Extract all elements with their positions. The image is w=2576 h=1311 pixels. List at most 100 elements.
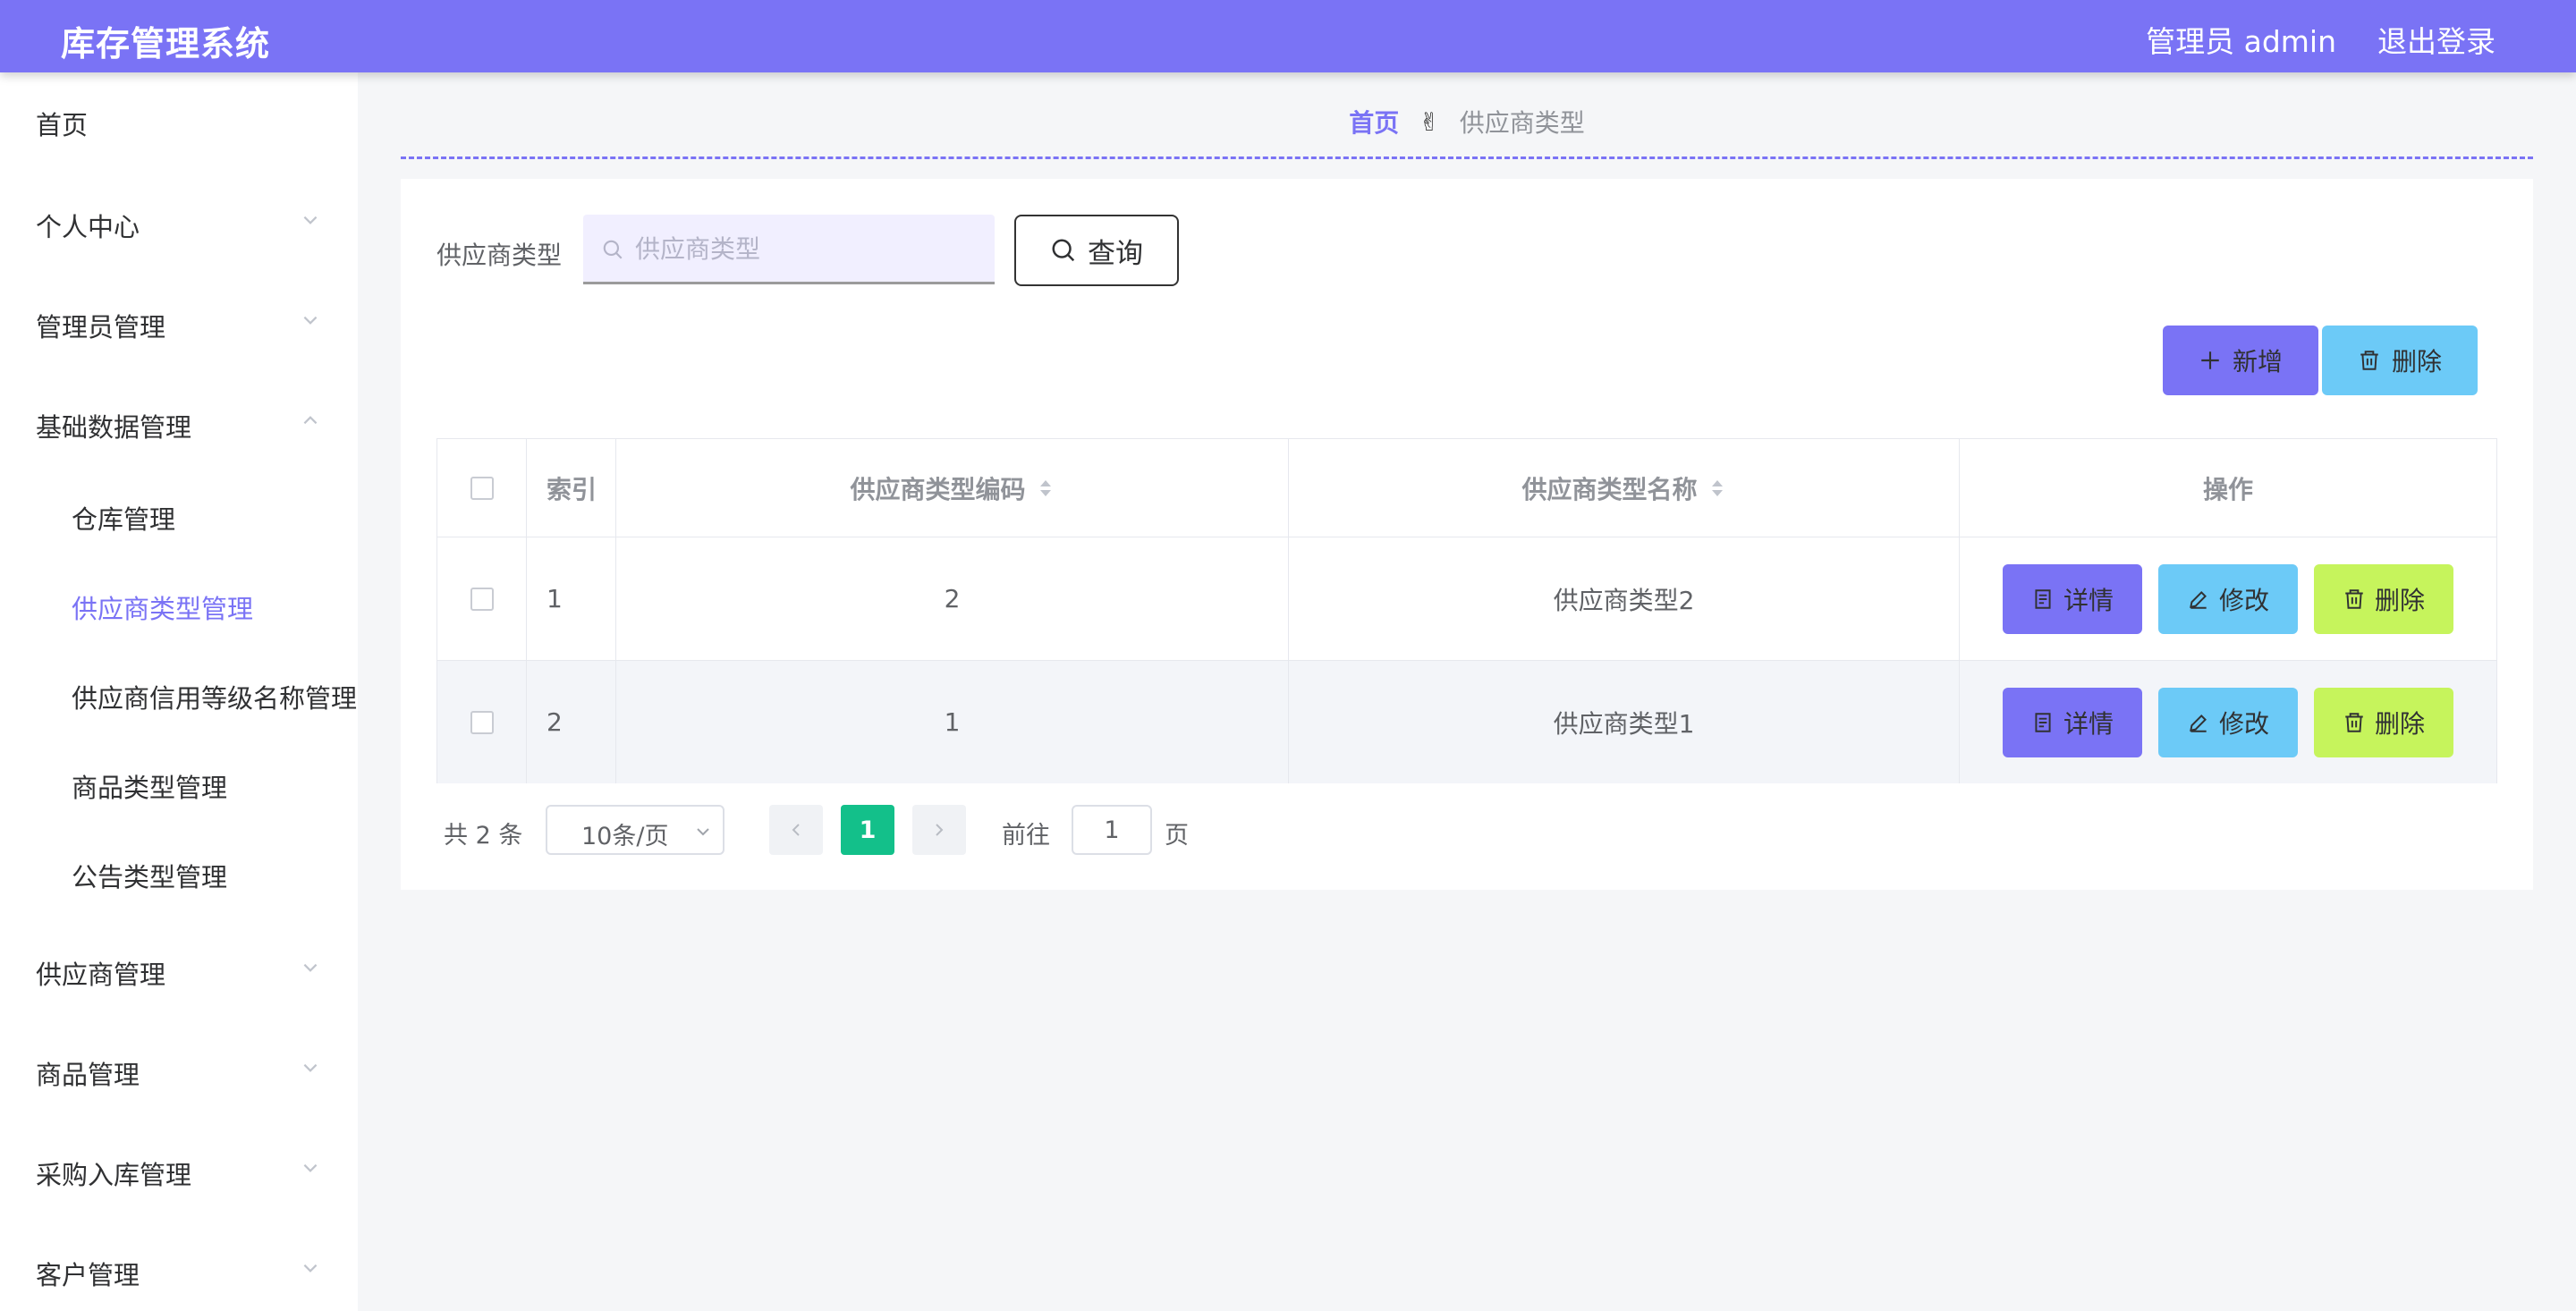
edit-button-label: 修改 <box>2218 708 2269 739</box>
sidebar-item-admin[interactable]: 管理员管理 <box>0 289 358 360</box>
chevron-down-icon <box>303 1063 318 1072</box>
sidebar-item-label: 采购入库管理 <box>36 1160 192 1190</box>
breadcrumb-current: 供应商类型 <box>1459 108 1585 138</box>
row-name: 供应商类型1 <box>1289 661 1960 783</box>
chevron-down-icon <box>303 1264 318 1273</box>
sidebar-item-customer[interactable]: 客户管理 <box>0 1237 358 1308</box>
page-word: 页 <box>1165 822 1189 850</box>
sidebar-item-supplier-type[interactable]: 供应商类型管理 <box>0 571 358 642</box>
sidebar-item-supplier-credit[interactable]: 供应商信用等级名称管理 <box>0 660 358 732</box>
plus-icon <box>2201 351 2219 369</box>
logout-link[interactable]: 退出登录 <box>2377 18 2496 61</box>
delete-button-label: 删除 <box>2374 708 2425 739</box>
sidebar: 首页 个人中心 管理员管理 基础数据管理 仓库管理 供应商类型管理 供应商信用等… <box>0 72 358 1311</box>
header-code[interactable]: 供应商类型编码 <box>616 439 1289 537</box>
sidebar-item-label: 个人中心 <box>36 212 140 242</box>
sidebar-item-label: 供应商信用等级名称管理 <box>72 683 358 714</box>
row-checkbox[interactable] <box>470 710 494 734</box>
chevron-up-icon <box>303 416 318 425</box>
sidebar-item-product[interactable]: 商品管理 <box>0 1036 358 1108</box>
sidebar-item-label: 商品管理 <box>36 1060 140 1090</box>
search-label: 供应商类型 <box>436 241 563 270</box>
header-checkbox-cell <box>437 439 527 537</box>
edit-button-label: 修改 <box>2218 585 2269 615</box>
header-code-label: 供应商类型编码 <box>850 474 1026 504</box>
document-icon <box>2035 712 2051 732</box>
sidebar-item-label: 商品类型管理 <box>72 773 228 803</box>
edit-button[interactable]: 修改 <box>2158 563 2298 634</box>
query-button[interactable]: 查询 <box>1014 215 1179 286</box>
sidebar-item-label: 基础数据管理 <box>36 412 192 443</box>
row-actions: 详情 修改 删除 <box>1960 537 2496 660</box>
detail-button-label: 详情 <box>2063 585 2114 615</box>
sidebar-item-home[interactable]: 首页 <box>0 87 358 158</box>
chevron-right-icon <box>936 824 944 836</box>
chevron-down-icon <box>303 216 318 224</box>
page-number-current[interactable]: 1 <box>841 805 894 855</box>
goto-label: 前往 <box>1002 822 1050 850</box>
trash-icon <box>2345 712 2363 732</box>
row-checkbox[interactable] <box>470 587 494 611</box>
header-name-label: 供应商类型名称 <box>1521 474 1698 504</box>
sidebar-item-basic-data[interactable]: 基础数据管理 <box>0 389 358 461</box>
sidebar-item-label: 仓库管理 <box>72 504 176 535</box>
next-page-button[interactable] <box>912 805 966 855</box>
pencil-icon <box>2190 714 2207 732</box>
table-row: 1 2 供应商类型2 详情 修改 删除 <box>437 537 2496 661</box>
goto-page-input[interactable] <box>1072 805 1152 855</box>
pagination-total: 共 2 条 <box>444 822 523 850</box>
app-title: 库存管理系统 <box>61 24 271 63</box>
row-actions: 详情 修改 删除 <box>1960 661 2496 783</box>
chevron-down-icon <box>303 963 318 972</box>
sidebar-item-supplier[interactable]: 供应商管理 <box>0 936 358 1008</box>
sidebar-item-purchase-in[interactable]: 采购入库管理 <box>0 1137 358 1208</box>
edit-button[interactable]: 修改 <box>2158 687 2298 757</box>
add-button-label: 新增 <box>2232 347 2283 376</box>
detail-button[interactable]: 详情 <box>2003 687 2142 757</box>
row-name: 供应商类型2 <box>1289 537 1960 660</box>
sidebar-item-label: 供应商管理 <box>36 960 166 990</box>
sidebar-item-label: 首页 <box>36 110 89 140</box>
search-field <box>583 215 995 284</box>
delete-button-label: 删除 <box>2374 585 2425 615</box>
victory-hand-icon: ✌ <box>1419 106 1440 137</box>
sidebar-item-label: 供应商类型管理 <box>72 594 254 624</box>
chevron-down-icon <box>697 828 709 836</box>
row-index: 1 <box>527 537 616 660</box>
sort-icon[interactable] <box>1037 477 1055 500</box>
delete-button[interactable]: 删除 <box>2314 563 2453 634</box>
search-input[interactable] <box>635 227 975 270</box>
chevron-down-icon <box>303 316 318 325</box>
sidebar-item-warehouse[interactable]: 仓库管理 <box>0 481 358 553</box>
bulk-delete-button[interactable]: 删除 <box>2322 326 2478 395</box>
prev-page-button[interactable] <box>769 805 823 855</box>
sidebar-item-product-type[interactable]: 商品类型管理 <box>0 749 358 821</box>
pagination: 共 2 条 10条/页 1 前往 页 <box>444 805 1249 855</box>
admin-user-label: 管理员 admin <box>2146 24 2336 59</box>
sidebar-item-profile[interactable]: 个人中心 <box>0 189 358 260</box>
page-size-value: 10条/页 <box>581 823 669 850</box>
breadcrumb-home-link[interactable]: 首页 <box>1349 104 1399 140</box>
row-index: 2 <box>527 661 616 783</box>
search-icon <box>603 240 623 259</box>
delete-button[interactable]: 删除 <box>2314 687 2453 757</box>
search-icon <box>1052 239 1075 262</box>
add-button[interactable]: 新增 <box>2163 326 2318 395</box>
sidebar-item-notice-type[interactable]: 公告类型管理 <box>0 839 358 910</box>
detail-button-label: 详情 <box>2063 708 2114 739</box>
sidebar-item-label: 管理员管理 <box>36 312 166 343</box>
row-checkbox-cell <box>437 661 527 783</box>
supplier-type-table: 索引 供应商类型编码 供应商类型名称 操作 1 2 供应商类型2 详情 修改 删… <box>436 438 2497 783</box>
trash-icon <box>2345 588 2363 609</box>
document-icon <box>2035 588 2051 609</box>
page-size-select[interactable]: 10条/页 <box>546 805 724 855</box>
chevron-down-icon <box>303 1163 318 1172</box>
breadcrumb: 首页 ✌ 供应商类型 <box>401 104 2533 159</box>
header-name[interactable]: 供应商类型名称 <box>1289 439 1960 537</box>
chevron-left-icon <box>792 824 800 836</box>
select-all-checkbox[interactable] <box>470 476 494 500</box>
row-code: 2 <box>616 537 1289 660</box>
sort-icon[interactable] <box>1708 477 1726 500</box>
top-header: 库存管理系统 管理员 admin 退出登录 <box>0 0 2576 72</box>
detail-button[interactable]: 详情 <box>2003 563 2142 634</box>
